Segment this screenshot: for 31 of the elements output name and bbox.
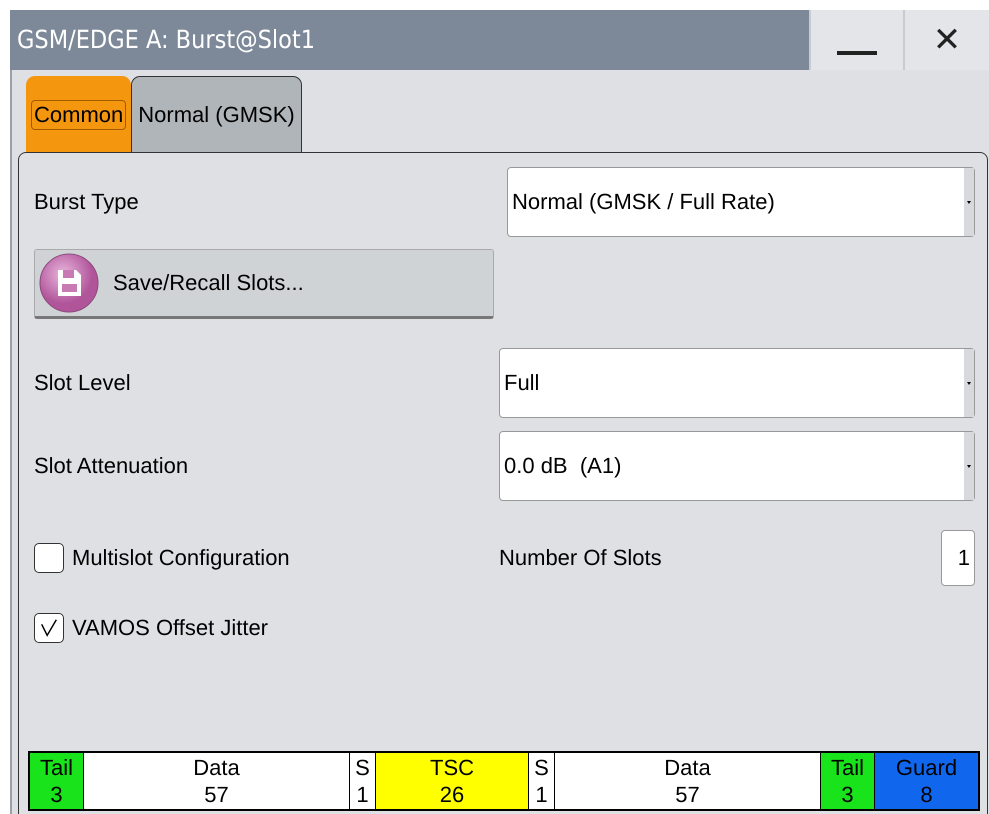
burst-segment: S 1	[529, 753, 555, 809]
burst-segment: Tail 3	[821, 753, 875, 809]
tab[interactable]: Common	[26, 76, 132, 152]
dropdown[interactable]: Normal (GMSK / Full Rate)	[507, 167, 975, 237]
floppy-disk-icon	[39, 253, 99, 313]
caret-icon	[964, 168, 974, 236]
caret-icon	[964, 432, 974, 500]
field-label: Number Of Slots	[499, 545, 662, 571]
caret-icon	[964, 349, 974, 417]
check-mark-icon	[38, 617, 60, 639]
minimize-button[interactable]	[809, 10, 903, 70]
burst-segment: S 1	[350, 753, 376, 809]
field-label: Burst Type	[34, 189, 139, 215]
field-label: Slot Attenuation	[34, 453, 188, 479]
dropdown[interactable]: Full	[499, 348, 975, 418]
burst-segment: Guard 8	[875, 753, 978, 809]
checkbox-label: VAMOS Offset Jitter	[72, 615, 268, 641]
window-title: GSM/EDGE A: Burst@Slot1	[16, 24, 316, 56]
burst-segment: Tail 3	[30, 753, 84, 809]
save-recall-button[interactable]: Save/Recall Slots...	[34, 249, 494, 319]
burst-segment: Data 57	[84, 753, 350, 809]
checkbox[interactable]	[34, 613, 64, 643]
close-button[interactable]: ✕	[903, 10, 989, 70]
burst-segment: Data 57	[555, 753, 821, 809]
burst-segment: TSC 26	[376, 753, 529, 809]
checkbox-label: Multislot Configuration	[72, 545, 290, 571]
checkbox[interactable]	[34, 543, 64, 573]
dropdown[interactable]: 0.0 dB (A1)	[499, 431, 975, 501]
number-field[interactable]: 1	[941, 530, 975, 586]
tab[interactable]: Normal (GMSK)	[131, 76, 302, 152]
field-label: Slot Level	[34, 370, 131, 396]
